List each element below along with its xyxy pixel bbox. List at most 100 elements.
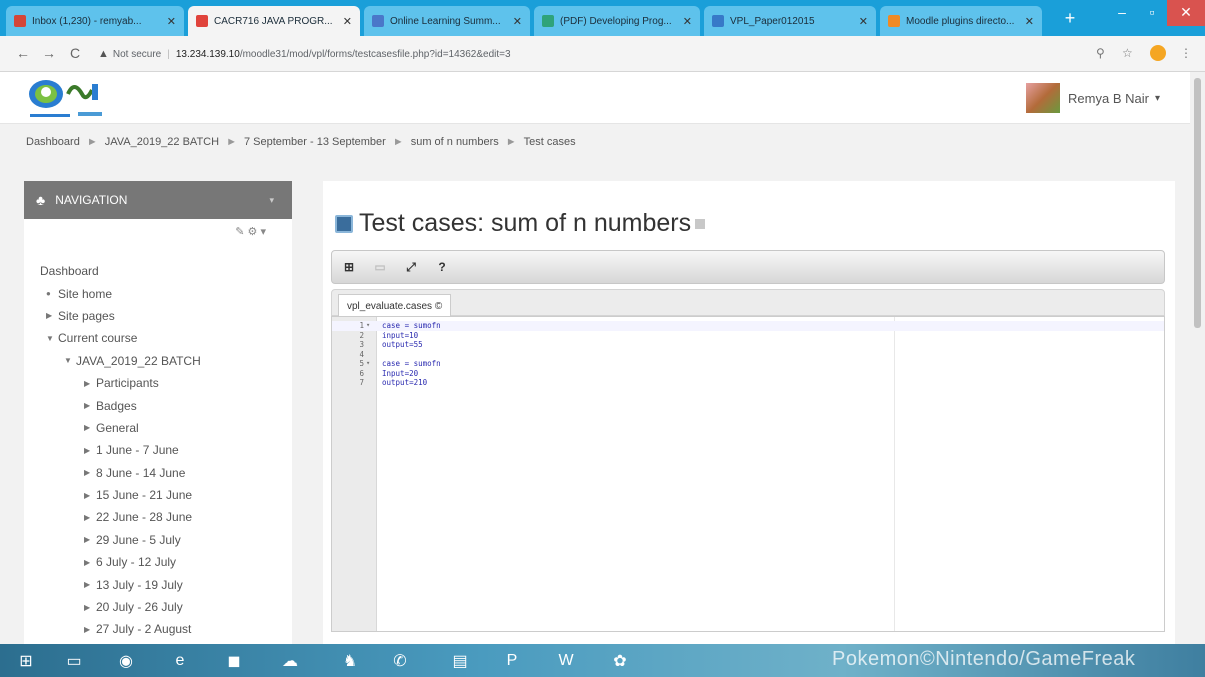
code-line[interactable]: 1 ▾ case = sumofn: [332, 321, 1164, 331]
nav-item[interactable]: ▶ 27 July - 2 August: [40, 618, 290, 640]
nav-item[interactable]: ▶ Site pages: [40, 305, 290, 327]
cloud-icon[interactable]: ☁: [270, 648, 310, 674]
word-icon[interactable]: W: [546, 648, 586, 674]
minimize-button[interactable]: –: [1107, 0, 1137, 26]
close-tab-icon[interactable]: ✕: [513, 15, 522, 28]
scrollbar-thumb[interactable]: [1194, 78, 1201, 328]
breadcrumb-item[interactable]: JAVA_2019_22 BATCH: [105, 136, 219, 148]
browser-tab[interactable]: CACR716 JAVA PROGR... ✕: [188, 6, 360, 36]
star-icon[interactable]: ☆: [1122, 46, 1133, 60]
nav-item-label: Site pages: [58, 308, 115, 323]
code-line[interactable]: 7 output=210: [332, 378, 1164, 388]
url-host: 13.234.139.10: [175, 48, 240, 60]
nav-item[interactable]: ▶ 1 June - 7 June: [40, 439, 290, 461]
breadcrumb-item[interactable]: sum of n numbers: [411, 136, 499, 148]
block-actions[interactable]: ✎ ⚙ ▾: [235, 225, 266, 238]
profile-avatar[interactable]: [1150, 45, 1166, 61]
fullscreen-icon[interactable]: ⤢: [400, 256, 422, 278]
chess-icon[interactable]: ♞: [330, 648, 370, 674]
magnify-icon[interactable]: ⚲: [1096, 46, 1105, 60]
code-editor[interactable]: 1 ▾ case = sumofn 2 input=10 3 output=55 4 5 ▾ cas…: [331, 316, 1165, 632]
collapsed-icon: ▶: [84, 602, 91, 612]
nav-item[interactable]: ▶ 13 July - 19 July: [40, 573, 290, 595]
user-menu[interactable]: Remya B Nair ▾: [1026, 83, 1160, 113]
back-button[interactable]: ←: [14, 45, 32, 61]
chrome-icon[interactable]: ◉: [106, 648, 146, 674]
collapsed-icon: ▶: [46, 311, 53, 321]
breadcrumb-item[interactable]: Test cases: [524, 136, 576, 148]
nav-item[interactable]: ▶ 15 June - 21 June: [40, 484, 290, 506]
browser-tab[interactable]: Moodle plugins directo... ✕: [880, 6, 1042, 36]
nav-item[interactable]: ▶ 29 June - 5 July: [40, 529, 290, 551]
browser-tab[interactable]: (PDF) Developing Prog... ✕: [534, 6, 700, 36]
page-scrollbar[interactable]: [1190, 72, 1205, 644]
code-line[interactable]: 5 ▾ case = sumofn: [332, 359, 1164, 369]
browser-tab[interactable]: Inbox (1,230) - remyab... ✕: [6, 6, 184, 36]
whatsapp-icon[interactable]: ✆: [380, 648, 420, 674]
close-tab-icon[interactable]: ✕: [1025, 15, 1034, 28]
nav-item[interactable]: ▶ Badges: [40, 394, 290, 416]
nav-item-label: 29 June - 5 July: [96, 532, 181, 547]
code-line[interactable]: 6 Input=20: [332, 369, 1164, 379]
maximize-button[interactable]: ▫: [1137, 0, 1167, 26]
collapsed-icon: ▶: [84, 401, 91, 411]
line-number: 4: [359, 349, 364, 359]
folder-icon[interactable]: ▤: [440, 648, 480, 674]
browser-tab[interactable]: VPL_Paper012015 ✕: [704, 6, 876, 36]
close-tab-icon[interactable]: ✕: [167, 15, 176, 28]
nav-item[interactable]: Dashboard: [40, 260, 290, 282]
site-logo[interactable]: [26, 74, 136, 122]
nav-item[interactable]: ▼ JAVA_2019_22 BATCH: [40, 350, 290, 372]
browser-tab[interactable]: Online Learning Summ... ✕: [364, 6, 530, 36]
close-tab-icon[interactable]: ✕: [859, 15, 868, 28]
help-icon[interactable]: ?: [431, 256, 453, 278]
save-icon[interactable]: ▭: [369, 256, 391, 278]
edge-icon[interactable]: e: [160, 648, 200, 674]
code-line[interactable]: 4: [332, 350, 1164, 360]
url-path: /moodle31/mod/vpl/forms/testcasesfile.ph…: [239, 48, 511, 60]
menu-icon[interactable]: ⋮: [1180, 46, 1192, 60]
favicon-icon: [372, 15, 384, 27]
nav-item[interactable]: ▶ Participants: [40, 372, 290, 394]
forward-button[interactable]: →: [40, 45, 58, 61]
start-icon[interactable]: ⊞: [6, 648, 46, 674]
powerpoint-icon[interactable]: P: [492, 648, 532, 674]
code-text: output=55: [382, 340, 423, 349]
nav-item[interactable]: ▶ 22 June - 28 June: [40, 506, 290, 528]
wallpaper-watermark: Pokemon©Nintendo/GameFreak: [832, 648, 1136, 670]
store-icon[interactable]: ◼: [214, 648, 254, 674]
collapse-icon[interactable]: ▾: [269, 195, 274, 206]
nav-item-label: 15 June - 21 June: [96, 488, 193, 503]
reload-button[interactable]: C: [66, 45, 84, 61]
new-file-icon[interactable]: ⊞: [338, 256, 360, 278]
close-window-button[interactable]: ✕: [1167, 0, 1205, 26]
breadcrumb-item[interactable]: 7 September - 13 September: [244, 136, 386, 148]
breadcrumb-item[interactable]: Dashboard: [26, 136, 80, 148]
nav-item[interactable]: ● Site home: [40, 282, 290, 304]
help-icon[interactable]: [695, 218, 706, 229]
code-line[interactable]: 2 input=10: [332, 331, 1164, 341]
code-line[interactable]: 3 output=55: [332, 340, 1164, 350]
nav-item[interactable]: ▶ 20 July - 26 July: [40, 596, 290, 618]
nav-item[interactable]: ▶ General: [40, 417, 290, 439]
navigation-header[interactable]: ♣ NAVIGATION ▾: [24, 181, 292, 219]
close-tab-icon[interactable]: ✕: [683, 15, 692, 28]
user-name: Remya B Nair: [1068, 90, 1149, 106]
new-tab-button[interactable]: +: [1057, 6, 1083, 30]
line-number: 5: [359, 359, 364, 368]
warning-icon: ▲: [98, 48, 109, 60]
close-tab-icon[interactable]: ✕: [343, 15, 352, 28]
collapsed-icon: ▶: [84, 624, 91, 634]
nav-item[interactable]: ▶ 6 July - 12 July: [40, 551, 290, 573]
code-text: input=10: [382, 330, 419, 340]
file-tab[interactable]: vpl_evaluate.cases ©: [338, 294, 452, 317]
photos-icon[interactable]: ✿: [600, 648, 640, 674]
nav-item[interactable]: ▶ 8 June - 14 June: [40, 462, 290, 484]
nav-item[interactable]: ▼ Current course: [40, 327, 290, 349]
site-header: Remya B Nair ▾: [0, 72, 1190, 124]
url-input[interactable]: ▲ Not secure | 13.234.139.10 /moodle31/m…: [98, 42, 1088, 66]
address-bar: ← → C ▲ Not secure | 13.234.139.10 /mood…: [0, 36, 1205, 72]
task-view-icon[interactable]: ▭: [54, 648, 94, 674]
fold-icon[interactable]: ▾: [366, 359, 374, 369]
fold-icon[interactable]: ▾: [366, 321, 374, 331]
